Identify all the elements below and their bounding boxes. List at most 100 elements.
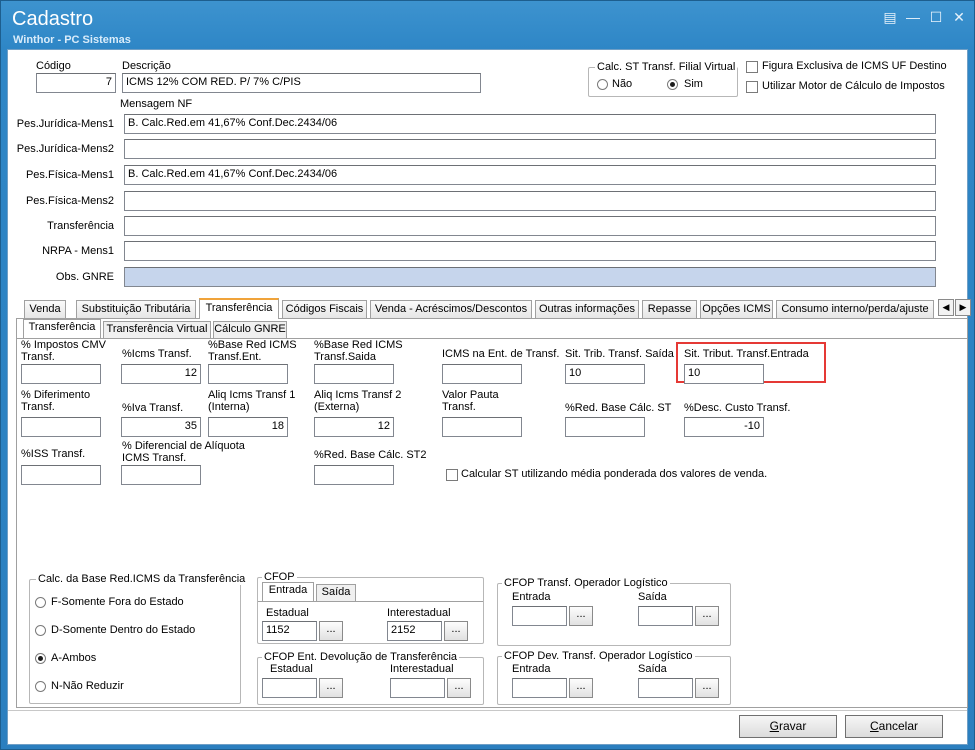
msg-field-1[interactable] xyxy=(124,139,936,159)
dif-aliquota-label: % Diferencial de Alíquota ICMS Transf. xyxy=(122,440,245,464)
window-subtitle: Winthor - PC Sistemas xyxy=(13,34,131,46)
tab-repasse[interactable]: Repasse xyxy=(642,300,697,318)
tab-substituicao-tributaria[interactable]: Substituição Tributária xyxy=(76,300,196,318)
radio-dentro-estado[interactable] xyxy=(35,625,46,636)
sit-trib-saida-field[interactable]: 10 xyxy=(565,364,645,384)
restore-icon[interactable]: ▤ xyxy=(881,9,899,25)
cfop-dev-estadual-field[interactable] xyxy=(262,678,317,698)
calc-st-group-title: Calc. ST Transf. Filial Virtual xyxy=(595,61,738,73)
cfop-interestadual-lookup-button[interactable]: ... xyxy=(444,621,468,641)
msg-field-3[interactable] xyxy=(124,191,936,211)
cfop-dev-op-log-entrada-lookup-button[interactable]: ... xyxy=(569,678,593,698)
icms-transf-label: %Icms Transf. xyxy=(122,348,192,360)
cfop-dev-op-log-saida-lookup-button[interactable]: ... xyxy=(695,678,719,698)
iss-transf-label: %ISS Transf. xyxy=(21,448,86,460)
mensagem-nf-label: Mensagem NF xyxy=(120,98,193,110)
tab-codigos-fiscais[interactable]: Códigos Fiscais xyxy=(282,300,367,318)
descricao-field[interactable]: ICMS 12% COM RED. P/ 7% C/PIS xyxy=(122,73,481,93)
msg-label-1: Pes.Jurídica-Mens2 xyxy=(16,143,114,155)
msg-label-3: Pes.Física-Mens2 xyxy=(25,195,114,207)
figura-exclusiva-checkbox[interactable] xyxy=(746,61,758,73)
main-tab-strip: Venda Substituição Tributária Transferên… xyxy=(16,298,971,319)
red-base-st2-label: %Red. Base Cálc. ST2 xyxy=(314,449,427,461)
tab-transferencia[interactable]: Transferência xyxy=(199,298,279,319)
radio-dentro-estado-label: D-Somente Dentro do Estado xyxy=(51,624,196,636)
dif-aliquota-field[interactable] xyxy=(121,465,201,485)
aliq-2-field[interactable]: 12 xyxy=(314,417,394,437)
subtab-transferencia[interactable]: Transferência xyxy=(23,319,101,338)
base-red-saida-field[interactable] xyxy=(314,364,394,384)
red-base-st-field[interactable] xyxy=(565,417,645,437)
tab-venda[interactable]: Venda xyxy=(24,300,66,318)
msg-label-0: Pes.Jurídica-Mens1 xyxy=(16,118,114,130)
client-area: Código 7 Descrição ICMS 12% COM RED. P/ … xyxy=(7,49,971,745)
radio-sim[interactable] xyxy=(667,79,678,90)
sit-trib-entrada-field[interactable]: 10 xyxy=(684,364,764,384)
codigo-field[interactable]: 7 xyxy=(36,73,116,93)
cfop-tab-saida[interactable]: Saída xyxy=(316,584,356,601)
cfop-op-log-entrada-lookup-button[interactable]: ... xyxy=(569,606,593,626)
tab-scroll-right-icon[interactable]: ▶ xyxy=(955,299,971,316)
cfop-group: CFOP Entrada Saída Estadual 1152 ... Int… xyxy=(257,571,484,644)
icms-transf-field[interactable]: 12 xyxy=(121,364,201,384)
icms-ent-transf-field[interactable] xyxy=(442,364,522,384)
cfop-op-log-saida-field[interactable] xyxy=(638,606,693,626)
close-icon[interactable]: ✕ xyxy=(950,9,968,25)
iss-transf-field[interactable] xyxy=(21,465,101,485)
cfop-interestadual-field[interactable]: 2152 xyxy=(387,621,442,641)
subtab-calculo-gnre[interactable]: Cálculo GNRE xyxy=(213,321,287,338)
cfop-dev-op-log-saida-label: Saída xyxy=(638,663,667,675)
icms-ent-transf-label: ICMS na Ent. de Transf. xyxy=(442,348,560,360)
cfop-estadual-field[interactable]: 1152 xyxy=(262,621,317,641)
obs-gnre-field[interactable] xyxy=(124,267,936,287)
impostos-cmv-field[interactable] xyxy=(21,364,101,384)
desc-custo-field[interactable]: -10 xyxy=(684,417,764,437)
motor-calculo-checkbox[interactable] xyxy=(746,81,758,93)
transferencia-panel: Transferência Transferência Virtual Cálc… xyxy=(16,318,968,708)
diferimento-label: % Diferimento Transf. xyxy=(21,389,91,413)
tab-outras-informacoes[interactable]: Outras informações xyxy=(535,300,639,318)
diferimento-field[interactable] xyxy=(21,417,101,437)
base-red-ent-field[interactable] xyxy=(208,364,288,384)
cfop-dev-interestadual-field[interactable] xyxy=(390,678,445,698)
radio-nao-label: Não xyxy=(612,78,633,90)
cfop-dev-interestadual-lookup-button[interactable]: ... xyxy=(447,678,471,698)
iva-transf-field[interactable]: 35 xyxy=(121,417,201,437)
red-base-st2-field[interactable] xyxy=(314,465,394,485)
radio-nao-reduzir[interactable] xyxy=(35,681,46,692)
cfop-op-log-saida-lookup-button[interactable]: ... xyxy=(695,606,719,626)
cfop-dev-op-log-entrada-field[interactable] xyxy=(512,678,567,698)
msg-field-2[interactable]: B. Calc.Red.em 41,67% Conf.Dec.2434/06 xyxy=(124,165,936,185)
msg-field-5[interactable] xyxy=(124,241,936,261)
cfop-dev-estadual-lookup-button[interactable]: ... xyxy=(319,678,343,698)
tab-consumo-interno[interactable]: Consumo interno/perda/ajuste xyxy=(776,300,934,318)
tab-scroll-left-icon[interactable]: ◀ xyxy=(938,299,954,316)
iva-transf-label: %Iva Transf. xyxy=(122,402,184,414)
subtab-transferencia-virtual[interactable]: Transferência Virtual xyxy=(103,321,211,338)
tab-opcoes-icms[interactable]: Opções ICMS xyxy=(700,300,773,318)
gravar-button[interactable]: Gravar xyxy=(739,715,837,738)
gravar-hotkey: G xyxy=(769,719,779,733)
media-ponderada-checkbox[interactable] xyxy=(446,469,458,481)
radio-nao[interactable] xyxy=(597,79,608,90)
sit-trib-saida-label: Sit. Trib. Transf. Saída xyxy=(565,348,674,360)
tab-venda-acrescimos[interactable]: Venda - Acréscimos/Descontos xyxy=(370,300,532,318)
minimize-icon[interactable]: — xyxy=(904,9,922,25)
cfop-dev-group: CFOP Ent. Devolução de Transferência Est… xyxy=(257,651,484,705)
cfop-dev-estadual-label: Estadual xyxy=(270,663,313,675)
radio-fora-estado-label: F-Somente Fora do Estado xyxy=(51,596,184,608)
radio-fora-estado[interactable] xyxy=(35,597,46,608)
msg-label-6: Obs. GNRE xyxy=(55,271,114,283)
cfop-tab-entrada[interactable]: Entrada xyxy=(262,582,314,601)
maximize-icon[interactable]: ☐ xyxy=(927,9,945,25)
aliq-1-field[interactable]: 18 xyxy=(208,417,288,437)
radio-ambos[interactable] xyxy=(35,653,46,664)
cancelar-button[interactable]: Cancelar xyxy=(845,715,943,738)
cfop-op-log-entrada-field[interactable] xyxy=(512,606,567,626)
valor-pauta-field[interactable] xyxy=(442,417,522,437)
cfop-dev-op-log-saida-field[interactable] xyxy=(638,678,693,698)
msg-field-4[interactable] xyxy=(124,216,936,236)
msg-field-0[interactable]: B. Calc.Red.em 41,67% Conf.Dec.2434/06 xyxy=(124,114,936,134)
cfop-estadual-lookup-button[interactable]: ... xyxy=(319,621,343,641)
cfop-op-log-entrada-label: Entrada xyxy=(512,591,551,603)
